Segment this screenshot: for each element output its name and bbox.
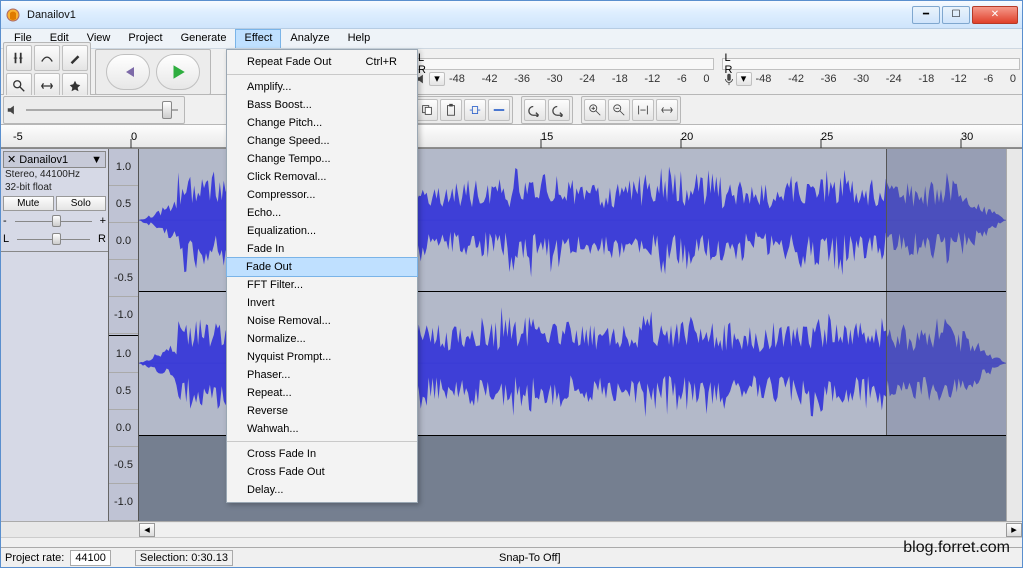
zoom-out-button[interactable] (608, 99, 630, 121)
vertical-scrollbar[interactable] (1006, 149, 1022, 521)
scroll-right-button[interactable]: ▸ (1006, 523, 1022, 537)
effect-item[interactable]: Wahwah... (227, 420, 417, 438)
selection-display: Selection: 0:30.13 (135, 550, 233, 566)
meter-r-label-2: R (725, 64, 733, 76)
transport-group (95, 49, 211, 95)
effect-item[interactable]: Echo... (227, 204, 417, 222)
zoom-tools (581, 96, 681, 124)
effect-item[interactable]: Delay... (227, 481, 417, 499)
project-rate-label: Project rate: (5, 552, 64, 564)
track-control-panel: ✕ Danailov1 ▼ Stereo, 44100Hz 32-bit flo… (1, 149, 108, 252)
watermark: blog.forret.com (903, 539, 1010, 557)
snap-status: Snap-To Off] (499, 552, 561, 564)
zoom-in-button[interactable] (584, 99, 606, 121)
track-bits: 32-bit float (3, 181, 106, 194)
output-dropdown[interactable]: ▾ (429, 72, 445, 86)
menu-help[interactable]: Help (339, 29, 380, 48)
effect-item[interactable]: FFT Filter... (227, 276, 417, 294)
meter-l-label-2: L (725, 52, 733, 64)
copy-button[interactable] (416, 99, 438, 121)
silence-button[interactable] (488, 99, 510, 121)
horizontal-scrollbar[interactable]: ◂ ▸ (1, 521, 1022, 537)
track-close-icon[interactable]: ✕ (7, 153, 16, 166)
effect-item[interactable]: Amplify... (227, 78, 417, 96)
fit-project-button[interactable] (656, 99, 678, 121)
maximize-button[interactable]: ☐ (942, 6, 970, 24)
paste-button[interactable] (440, 99, 462, 121)
menubar: File Edit View Project Generate Effect A… (1, 29, 1022, 49)
effect-item[interactable]: Cross Fade Out (227, 463, 417, 481)
speaker-icon-2 (6, 103, 20, 117)
menu-generate[interactable]: Generate (172, 29, 236, 48)
output-db-scale: -48-42-36-30-24-18-12-60 (445, 73, 714, 85)
effect-item[interactable]: Invert (227, 294, 417, 312)
menu-effect[interactable]: Effect (235, 29, 281, 48)
effect-item[interactable]: Reverse (227, 402, 417, 420)
selection-region-2 (886, 292, 1006, 434)
menu-analyze[interactable]: Analyze (281, 29, 338, 48)
output-volume-slider[interactable] (22, 99, 182, 121)
close-button[interactable]: ✕ (972, 6, 1018, 24)
gain-slider[interactable]: -+ (3, 213, 106, 229)
undo-tools (521, 96, 573, 124)
app-icon (5, 7, 21, 23)
track-area: ✕ Danailov1 ▼ Stereo, 44100Hz 32-bit flo… (1, 149, 1022, 521)
skip-start-button[interactable] (106, 54, 150, 90)
track-name: Danailov1 (19, 154, 88, 166)
effect-item[interactable]: Change Speed... (227, 132, 417, 150)
redo-button[interactable] (548, 99, 570, 121)
timeline-ruler[interactable]: -5 0 15 20 25 30 (1, 125, 1022, 149)
selection-region (886, 149, 1006, 291)
effect-item[interactable]: Nyquist Prompt... (227, 348, 417, 366)
solo-button[interactable]: Solo (56, 196, 107, 211)
mute-button[interactable]: Mute (3, 196, 54, 211)
input-dropdown[interactable]: ▾ (736, 72, 752, 86)
effect-item[interactable]: Bass Boost... (227, 96, 417, 114)
undo-button[interactable] (524, 99, 546, 121)
envelope-tool[interactable] (34, 45, 60, 71)
vertical-scale: 1.00.50.0-0.5-1.0 1.00.50.0-0.5-1.0 (109, 149, 139, 521)
effect-item[interactable]: Noise Removal... (227, 312, 417, 330)
effect-dropdown: Repeat Fade OutCtrl+R Amplify...Bass Boo… (226, 49, 418, 503)
input-db-scale: -48-42-36-30-24-18-12-60 (752, 73, 1021, 85)
track-header[interactable]: ✕ Danailov1 ▼ (3, 151, 106, 168)
draw-tool[interactable] (62, 45, 88, 71)
window-title: Danailov1 (27, 9, 912, 21)
track-format: Stereo, 44100Hz (3, 168, 106, 181)
tools-group (3, 42, 91, 102)
meter-l-label: L (418, 52, 426, 64)
selection-tool[interactable] (6, 45, 32, 71)
effect-item[interactable]: Change Pitch... (227, 114, 417, 132)
meter-r-label: R (418, 64, 426, 76)
effect-item[interactable]: Change Tempo... (227, 150, 417, 168)
titlebar: Danailov1 ━ ☐ ✕ (1, 1, 1022, 29)
project-rate-value[interactable]: 44100 (70, 550, 111, 566)
track-menu-icon[interactable]: ▼ (91, 154, 102, 166)
statusbar: Project rate: 44100 Selection: 0:30.13 S… (1, 547, 1022, 567)
volume-sliders (3, 96, 185, 124)
effect-item[interactable]: Equalization... (227, 222, 417, 240)
output-meter: LR (415, 58, 714, 70)
pan-slider[interactable]: LR (3, 231, 106, 247)
trim-button[interactable] (464, 99, 486, 121)
effect-item[interactable]: Repeat... (227, 384, 417, 402)
effect-item[interactable]: Cross Fade In (227, 445, 417, 463)
effect-item[interactable]: Compressor... (227, 186, 417, 204)
menu-project[interactable]: Project (119, 29, 171, 48)
effect-item[interactable]: Normalize... (227, 330, 417, 348)
play-button[interactable] (156, 54, 200, 90)
effect-item[interactable]: Fade In (227, 240, 417, 258)
minimize-button[interactable]: ━ (912, 6, 940, 24)
effect-item[interactable]: Click Removal... (227, 168, 417, 186)
scroll-left-button[interactable]: ◂ (139, 523, 155, 537)
effect-item[interactable]: Phaser... (227, 366, 417, 384)
fit-selection-button[interactable] (632, 99, 654, 121)
effect-item[interactable]: Fade Out (226, 257, 418, 277)
input-meter: LR (722, 58, 1021, 70)
effect-repeat-last[interactable]: Repeat Fade OutCtrl+R (227, 53, 417, 71)
